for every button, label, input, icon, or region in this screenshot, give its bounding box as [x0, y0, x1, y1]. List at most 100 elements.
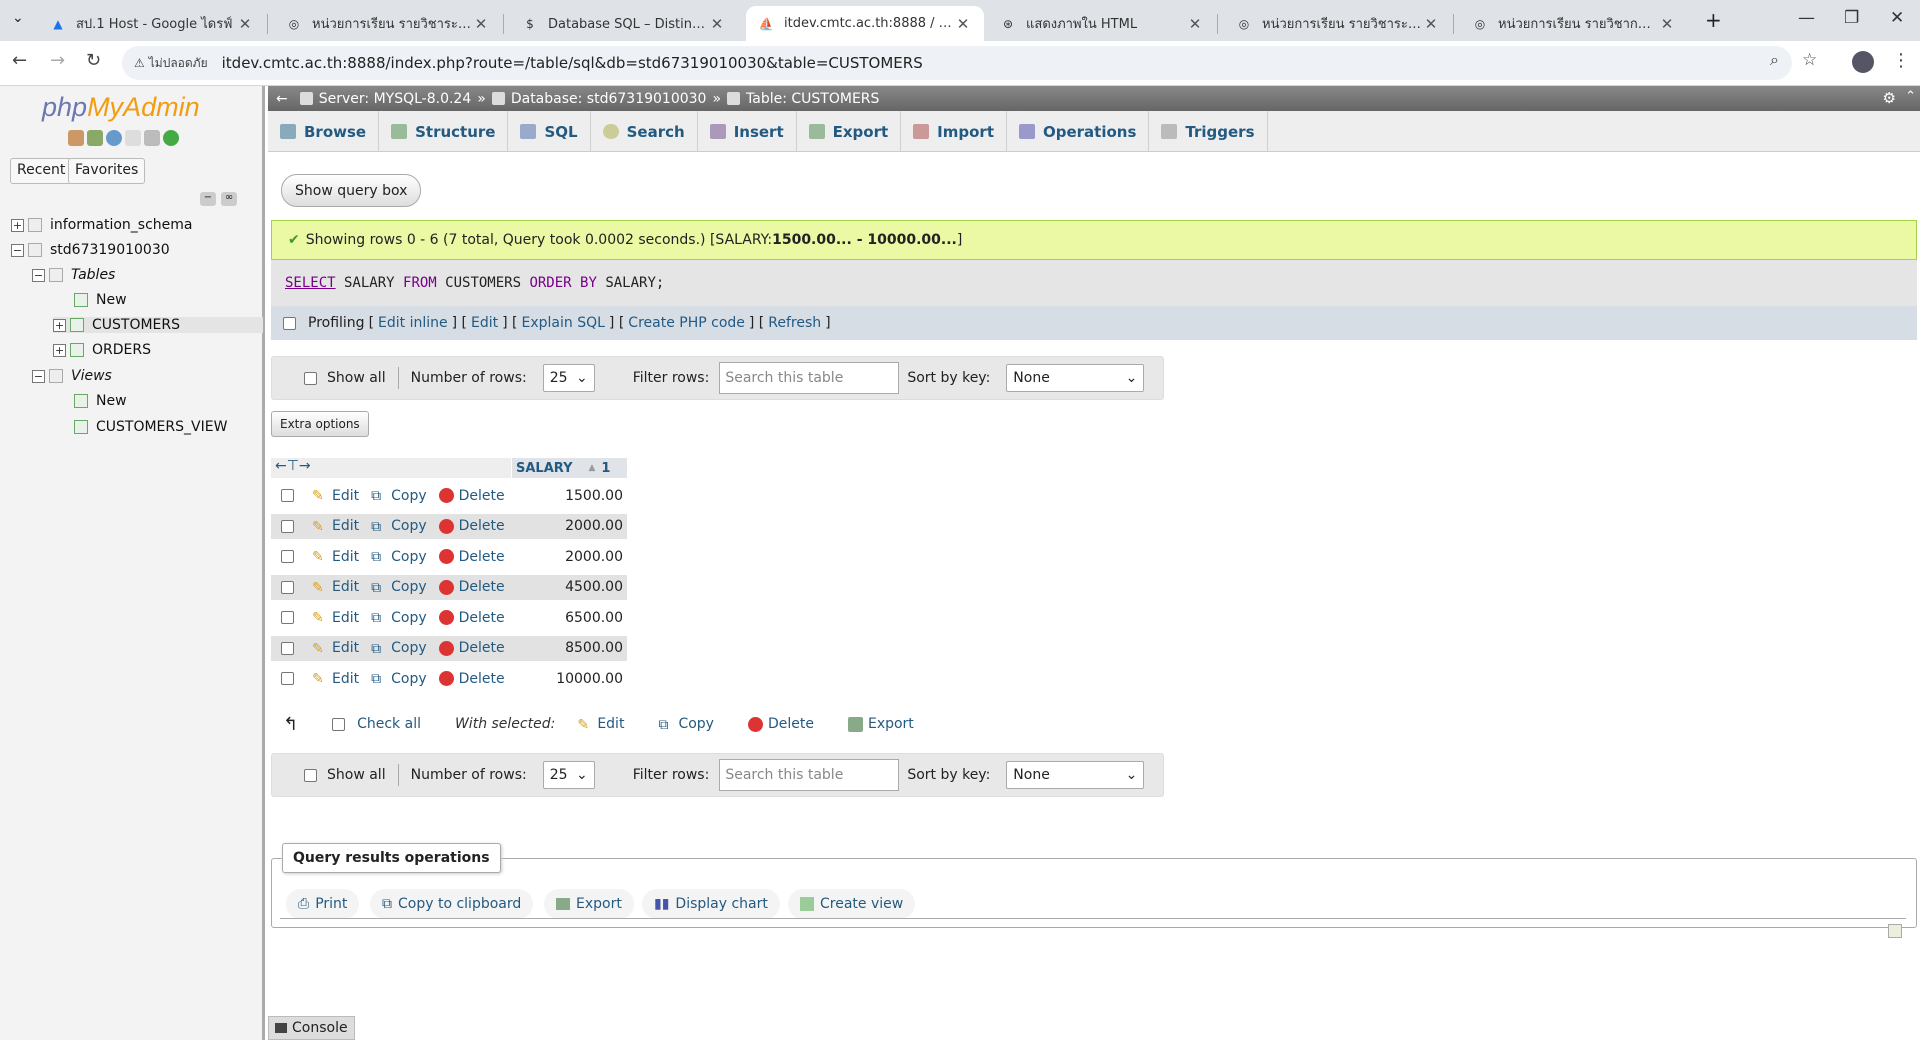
row-delete-button[interactable]: Delete: [438, 488, 505, 504]
zoom-icon[interactable]: ⌕: [1770, 50, 1779, 70]
tree-table-orders[interactable]: + ORDERS: [53, 342, 151, 358]
tree-view-customers-view[interactable]: CUSTOMERS_VIEW: [74, 419, 227, 435]
tab-sql[interactable]: SQL: [508, 111, 591, 152]
close-icon[interactable]: ✕: [1422, 15, 1440, 33]
row-delete-button[interactable]: Delete: [438, 549, 505, 565]
sort-by-key-select[interactable]: None ⌄: [1006, 761, 1145, 789]
row-copy-button[interactable]: ⧉ Copy: [371, 488, 427, 505]
profiling-checkbox[interactable]: [283, 316, 296, 330]
show-all-checkbox[interactable]: [304, 371, 317, 385]
collapse-all-icon[interactable]: −: [200, 192, 216, 206]
bookmark-star-icon[interactable]: ☆: [1802, 50, 1817, 70]
row-checkbox[interactable]: [281, 641, 294, 655]
row-edit-button[interactable]: ✎ Edit: [312, 579, 359, 596]
browser-tab-7[interactable]: ◎ หน่วยการเรียน รายวิชาการสร้างเว็บไซ ✕: [1460, 6, 1688, 41]
bulk-copy-button[interactable]: ⧉ Copy: [658, 716, 714, 733]
back-icon[interactable]: ←: [12, 50, 27, 71]
row-edit-button[interactable]: ✎ Edit: [312, 518, 359, 535]
row-delete-button[interactable]: Delete: [438, 518, 505, 534]
tab-structure[interactable]: Structure: [379, 111, 509, 152]
row-delete-button[interactable]: Delete: [438, 610, 505, 626]
expand-icon[interactable]: +: [11, 218, 24, 232]
tree-tables-group[interactable]: − Tables: [32, 267, 115, 283]
browser-tab-3[interactable]: $ Database SQL – Distinct คือ การ ✕: [510, 6, 738, 41]
salary-cell[interactable]: 2000.00: [565, 549, 627, 565]
expand-icon[interactable]: +: [53, 343, 66, 357]
num-rows-select[interactable]: 25 ⌄: [542, 364, 595, 392]
salary-cell[interactable]: 10000.00: [556, 671, 627, 687]
browser-tab-1[interactable]: ▲ สป.1 Host - Google ไดรฟ์ ✕: [38, 6, 266, 41]
row-edit-button[interactable]: ✎ Edit: [312, 671, 359, 688]
collapse-icon[interactable]: −: [32, 268, 45, 282]
check-all-label[interactable]: Check all: [357, 716, 421, 732]
collapse-panel-icon[interactable]: ←: [276, 91, 288, 107]
row-checkbox[interactable]: [281, 672, 294, 685]
bookmark-icon[interactable]: [1888, 924, 1902, 938]
row-checkbox[interactable]: [281, 611, 294, 624]
settings-icon[interactable]: [144, 130, 160, 146]
expand-icon[interactable]: +: [53, 318, 66, 332]
forward-icon[interactable]: →: [50, 50, 65, 71]
salary-cell[interactable]: 4500.00: [565, 579, 627, 595]
row-copy-button[interactable]: ⧉ Copy: [371, 579, 427, 596]
minimize-icon[interactable]: —: [1798, 8, 1815, 28]
collapse-icon[interactable]: −: [32, 369, 45, 383]
check-all-checkbox[interactable]: [332, 717, 346, 731]
row-checkbox[interactable]: [281, 519, 294, 533]
close-icon[interactable]: ✕: [1186, 15, 1204, 33]
browser-tab-active[interactable]: ⛵ itdev.cmtc.ac.th:8888 / MYSQL- ✕: [746, 6, 984, 41]
phpmyadmin-logo[interactable]: phpMyAdmin: [42, 92, 200, 123]
close-icon[interactable]: ✕: [708, 15, 726, 33]
help-icon[interactable]: [106, 130, 122, 146]
print-button[interactable]: ⎙ Print: [286, 889, 360, 919]
salary-cell[interactable]: 8500.00: [565, 640, 627, 656]
profile-avatar[interactable]: [1852, 51, 1874, 73]
tab-export[interactable]: Export: [797, 111, 902, 152]
row-checkbox[interactable]: [281, 580, 294, 594]
row-edit-button[interactable]: ✎ Edit: [312, 549, 359, 566]
close-icon[interactable]: ✕: [472, 15, 490, 33]
row-copy-button[interactable]: ⧉ Copy: [371, 549, 427, 566]
tree-new-table[interactable]: New: [74, 292, 127, 308]
reload-nav-icon[interactable]: [163, 130, 179, 146]
tab-insert[interactable]: Insert: [698, 111, 797, 152]
security-indicator[interactable]: ⚠ ไม่ปลอดภัย: [134, 54, 208, 73]
export-button[interactable]: Export: [544, 889, 634, 919]
tree-db-std[interactable]: − std67319010030: [11, 242, 170, 258]
exit-icon[interactable]: [87, 130, 103, 146]
create-php-code-link[interactable]: Create PHP code: [628, 315, 745, 331]
row-checkbox[interactable]: [281, 550, 294, 563]
tree-db-information-schema[interactable]: + information_schema: [11, 217, 193, 233]
collapse-top-icon[interactable]: ⌃: [1905, 89, 1916, 104]
edit-link[interactable]: Edit: [471, 315, 498, 331]
home-icon[interactable]: [68, 130, 84, 146]
column-header-salary[interactable]: SALARY ▲ 1: [511, 458, 627, 478]
breadcrumb-table[interactable]: Table: CUSTOMERS: [727, 91, 879, 107]
bulk-export-button[interactable]: Export: [847, 716, 914, 732]
tree-new-view[interactable]: New: [74, 393, 127, 409]
row-delete-button[interactable]: Delete: [438, 671, 505, 687]
link-icon[interactable]: ∞: [221, 192, 237, 206]
collapse-icon[interactable]: −: [11, 243, 24, 257]
explain-sql-link[interactable]: Explain SQL: [522, 315, 605, 331]
sql-select-keyword[interactable]: SELECT: [285, 275, 336, 291]
tree-table-customers[interactable]: + CUSTOMERS: [53, 317, 263, 333]
tab-favorites[interactable]: Favorites: [68, 158, 146, 184]
breadcrumb-database[interactable]: Database: std67319010030: [491, 91, 706, 107]
row-checkbox[interactable]: [281, 489, 294, 502]
close-icon[interactable]: ✕: [236, 15, 254, 33]
breadcrumb-server[interactable]: Server: MYSQL-8.0.24: [299, 91, 471, 107]
tab-recent[interactable]: Recent: [10, 158, 73, 184]
filter-rows-input[interactable]: Search this table: [719, 362, 900, 394]
row-copy-button[interactable]: ⧉ Copy: [371, 610, 427, 627]
show-query-box-button[interactable]: Show query box: [281, 174, 422, 207]
row-copy-button[interactable]: ⧉ Copy: [371, 640, 427, 657]
copy-to-clipboard-button[interactable]: ⧉ Copy to clipboard: [370, 889, 534, 919]
restore-icon[interactable]: ❐: [1844, 8, 1859, 28]
extra-options-button[interactable]: Extra options: [271, 411, 369, 437]
show-all-checkbox[interactable]: [304, 768, 317, 782]
tab-browse[interactable]: Browse: [268, 111, 380, 152]
edit-inline-link[interactable]: Edit inline: [378, 315, 448, 331]
gear-icon[interactable]: ⚙: [1883, 89, 1896, 107]
salary-cell[interactable]: 1500.00: [565, 488, 627, 504]
